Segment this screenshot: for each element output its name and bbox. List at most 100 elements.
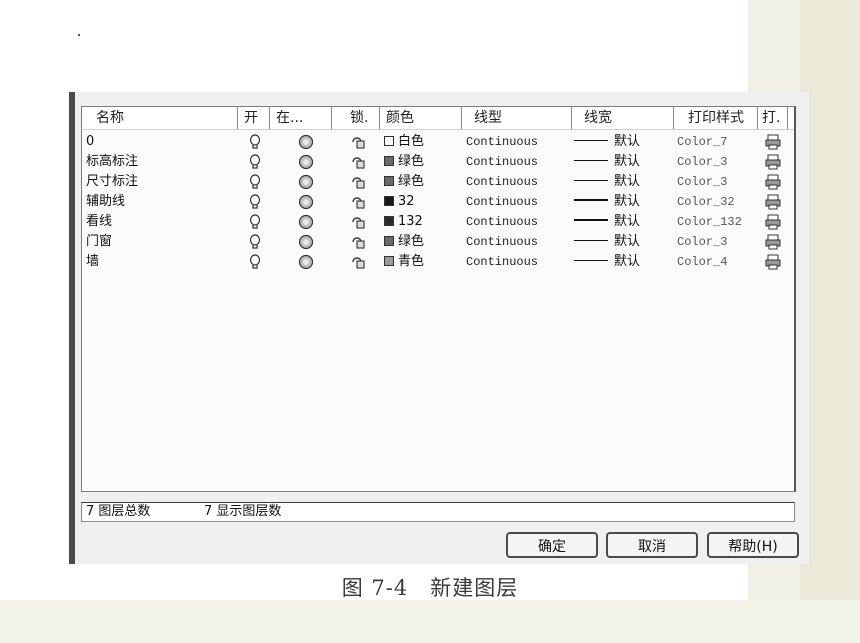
color-cell[interactable]: 绿色: [384, 152, 424, 172]
layer-name: 墙: [86, 254, 100, 269]
lineweight-cell[interactable]: 默认: [574, 132, 640, 152]
sun-circle-icon[interactable]: [298, 254, 314, 274]
lightbulb-icon[interactable]: [249, 174, 261, 194]
color-name: 32: [398, 194, 415, 209]
lineweight-cell[interactable]: 默认: [574, 172, 640, 192]
column-header-on[interactable]: 开: [238, 107, 270, 129]
lineweight-value: 默认: [614, 194, 641, 209]
color-cell[interactable]: 白色: [384, 132, 424, 152]
color-cell[interactable]: 32: [384, 192, 415, 212]
plotstyle-cell: Color_4: [677, 255, 728, 269]
sun-circle-icon[interactable]: [298, 134, 314, 154]
slide-background-stripe-dark: [800, 0, 860, 643]
lineweight-sample: [574, 199, 608, 201]
layer-name: 尺寸标注: [86, 174, 139, 189]
layer-name: 标高标注: [86, 154, 139, 169]
column-header-lock[interactable]: 锁.: [344, 107, 380, 129]
column-header-color[interactable]: 颜色: [380, 107, 462, 129]
lineweight-cell[interactable]: 默认: [574, 252, 640, 272]
lineweight-cell[interactable]: 默认: [574, 192, 640, 212]
padlock-icon[interactable]: [350, 174, 366, 194]
table-row[interactable]: 0 白色 Continuous 默认 Color_7: [82, 132, 794, 152]
color-name: 132: [398, 214, 423, 229]
lineweight-cell[interactable]: 默认: [574, 152, 640, 172]
dialog-left-border: [69, 92, 75, 564]
color-cell[interactable]: 绿色: [384, 172, 424, 192]
column-header-lineweight[interactable]: 线宽: [572, 107, 674, 129]
color-cell[interactable]: 绿色: [384, 232, 424, 252]
linetype-cell[interactable]: Continuous: [466, 172, 538, 192]
printer-icon[interactable]: [764, 214, 782, 234]
ok-button[interactable]: 确定: [506, 532, 598, 558]
help-button[interactable]: 帮助(H): [707, 532, 799, 558]
sun-circle-icon[interactable]: [298, 234, 314, 254]
slide-background-band: [0, 600, 860, 643]
color-cell[interactable]: 132: [384, 212, 423, 232]
linetype-cell[interactable]: Continuous: [466, 192, 538, 212]
layer-name: 门窗: [86, 234, 113, 249]
printer-icon[interactable]: [764, 154, 782, 174]
sun-circle-icon[interactable]: [298, 154, 314, 174]
table-row[interactable]: 尺寸标注 绿色 Continuous 默认 Color_3: [82, 172, 794, 192]
lightbulb-icon[interactable]: [249, 254, 261, 274]
color-swatch: [384, 196, 394, 206]
color-name: 绿色: [398, 234, 425, 249]
linetype-cell[interactable]: Continuous: [466, 252, 538, 272]
sun-circle-icon[interactable]: [298, 174, 314, 194]
lineweight-sample: [574, 219, 608, 221]
lineweight-value: 默认: [614, 134, 641, 149]
status-bar: 7 图层总数 7 显示图层数: [81, 502, 795, 522]
layer-name: 辅助线: [86, 194, 126, 209]
table-row[interactable]: 墙 青色 Continuous 默认 Color_4: [82, 252, 794, 272]
table-row[interactable]: 辅助线 32 Continuous 默认 Color_32: [82, 192, 794, 212]
padlock-icon[interactable]: [350, 154, 366, 174]
padlock-icon[interactable]: [350, 194, 366, 214]
layer-list[interactable]: 名称 开 在... 锁. 颜色 线型 线宽 打印样式 打. 0 白色 Continu…: [81, 106, 796, 492]
linetype-cell[interactable]: Continuous: [466, 232, 538, 252]
padlock-icon[interactable]: [350, 134, 366, 154]
total-layers-label: 7 图层总数: [86, 504, 151, 519]
color-name: 白色: [398, 134, 425, 149]
plotstyle-cell: Color_3: [677, 175, 728, 189]
column-header-name[interactable]: 名称: [82, 107, 238, 129]
lineweight-cell[interactable]: 默认: [574, 232, 640, 252]
printer-icon[interactable]: [764, 194, 782, 214]
printer-icon[interactable]: [764, 134, 782, 154]
table-row[interactable]: 标高标注 绿色 Continuous 默认 Color_3: [82, 152, 794, 172]
plotstyle-cell: Color_3: [677, 155, 728, 169]
color-swatch: [384, 136, 394, 146]
lineweight-value: 默认: [614, 254, 641, 269]
color-swatch: [384, 156, 394, 166]
printer-icon[interactable]: [764, 234, 782, 254]
sun-circle-icon[interactable]: [298, 214, 314, 234]
linetype-cell[interactable]: Continuous: [466, 212, 538, 232]
printer-icon[interactable]: [764, 174, 782, 194]
table-row[interactable]: 看线 132 Continuous 默认 Color_132: [82, 212, 794, 232]
printer-icon[interactable]: [764, 254, 782, 274]
column-header-freeze[interactable]: 在...: [270, 107, 332, 129]
plotstyle-cell: Color_7: [677, 135, 728, 149]
color-cell[interactable]: 青色: [384, 252, 424, 272]
column-header-plot[interactable]: 打.: [758, 107, 788, 129]
lightbulb-icon[interactable]: [249, 234, 261, 254]
lineweight-sample: [574, 160, 608, 161]
linetype-cell[interactable]: Continuous: [466, 132, 538, 152]
padlock-icon[interactable]: [350, 214, 366, 234]
padlock-icon[interactable]: [350, 254, 366, 274]
column-header-linetype[interactable]: 线型: [462, 107, 572, 129]
plotstyle-cell: Color_32: [677, 195, 735, 209]
lightbulb-icon[interactable]: [249, 134, 261, 154]
lineweight-value: 默认: [614, 234, 641, 249]
padlock-icon[interactable]: [350, 234, 366, 254]
lightbulb-icon[interactable]: [249, 194, 261, 214]
lineweight-sample: [574, 260, 608, 261]
column-header-plotstyle[interactable]: 打印样式: [674, 107, 758, 129]
cancel-button[interactable]: 取消: [606, 532, 698, 558]
table-row[interactable]: 门窗 绿色 Continuous 默认 Color_3: [82, 232, 794, 252]
lightbulb-icon[interactable]: [249, 214, 261, 234]
lineweight-value: 默认: [614, 174, 641, 189]
lightbulb-icon[interactable]: [249, 154, 261, 174]
lineweight-cell[interactable]: 默认: [574, 212, 640, 232]
linetype-cell[interactable]: Continuous: [466, 152, 538, 172]
sun-circle-icon[interactable]: [298, 194, 314, 214]
